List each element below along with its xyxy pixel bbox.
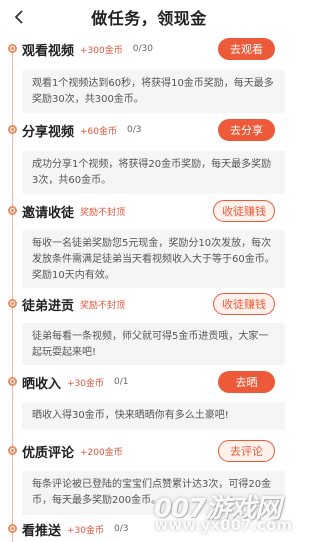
task-apprentice-tribute: 徒弟进贡 奖励不封顶 收徒赚钱 (22, 292, 298, 316)
timeline-dot (8, 377, 17, 386)
share-video-button[interactable]: 去分享 (218, 119, 275, 141)
timeline-dot (8, 299, 17, 308)
task-description: 成功分享1个视频，将获得20金币奖励，每天最多奖励3次，共60金币。 (22, 151, 285, 194)
task-progress: 0/3 (127, 125, 142, 135)
task-share-video: 分享视频 +60金币 0/3 去分享 (22, 118, 298, 142)
chevron-left-icon (14, 10, 23, 24)
timeline-dot (8, 125, 17, 134)
task-title: 观看视频 (22, 43, 75, 59)
back-button[interactable] (8, 5, 30, 29)
task-progress: 0/30 (132, 44, 153, 54)
task-reward: +60金币 (80, 126, 118, 137)
task-title: 徒弟进贡 (22, 298, 75, 314)
task-progress: 0/1 (114, 377, 129, 387)
timeline-dot (8, 524, 17, 533)
task-title: 优质评论 (22, 445, 75, 461)
task-quality-comment: 优质评论 +200金币 去评论 (22, 439, 298, 463)
timeline-dot (8, 44, 17, 53)
task-watch-video: 观看视频 +300金币 0/30 去观看 (22, 37, 298, 61)
header-bar: 做任务，领现金 (0, 0, 298, 34)
task-title: 晒收入 (22, 376, 62, 392)
task-invite-apprentice: 邀请收徒 奖励不封顶 收徒赚钱 (22, 199, 298, 223)
timeline-dot (8, 446, 17, 455)
show-income-button[interactable]: 去晒 (218, 371, 275, 393)
task-reward: +300金币 (80, 45, 123, 56)
task-title: 看推送 (22, 523, 62, 539)
task-show-income: 晒收入 +30金币 0/1 去晒 (22, 370, 298, 394)
watch-video-button[interactable]: 去观看 (218, 38, 275, 60)
task-title: 分享视频 (22, 124, 75, 140)
task-description: 徒弟每看一条视频，师父就可得5金币进贡哦，大家一起玩耍起来吧! (22, 323, 285, 365)
task-title: 邀请收徒 (22, 205, 75, 221)
apprentice-earn-button[interactable]: 收徒赚钱 (213, 293, 275, 315)
task-description: 晒收入得30金币，快来晒晒你有多么土豪吧! (22, 402, 285, 430)
task-center-screen: 做任务，领现金 观看视频 +300金币 0/30 去观看 观看1个视频达到60秒… (0, 0, 298, 542)
task-reward: 奖励不封顶 (80, 300, 126, 311)
task-reward: +30金币 (67, 378, 105, 389)
task-progress: 0/3 (114, 524, 129, 534)
task-description: 每收一名徒弟奖励您5元现金，奖励分10次发放，每次发放条件需满足徒弟当天看视频收… (22, 230, 285, 288)
task-description: 每条评论被已登陆的宝宝们点赞累计达3次，可得20金币，每天最多奖励200金币。 (22, 471, 285, 515)
page-title: 做任务，领现金 (91, 9, 207, 28)
task-watch-push: 看推送 +30金币 0/3 (22, 517, 298, 541)
comment-button[interactable]: 去评论 (218, 440, 275, 462)
task-description: 观看1个视频达到60秒，将获得10金币奖励，每天最多奖励30次，共300金币。 (22, 70, 285, 113)
timeline-dot (8, 206, 17, 215)
task-reward: +200金币 (80, 447, 123, 458)
task-reward: 奖励不封顶 (80, 207, 126, 218)
timeline-line (12, 46, 13, 542)
task-reward: +30金币 (67, 525, 105, 536)
invite-apprentice-button[interactable]: 收徒赚钱 (213, 200, 275, 222)
